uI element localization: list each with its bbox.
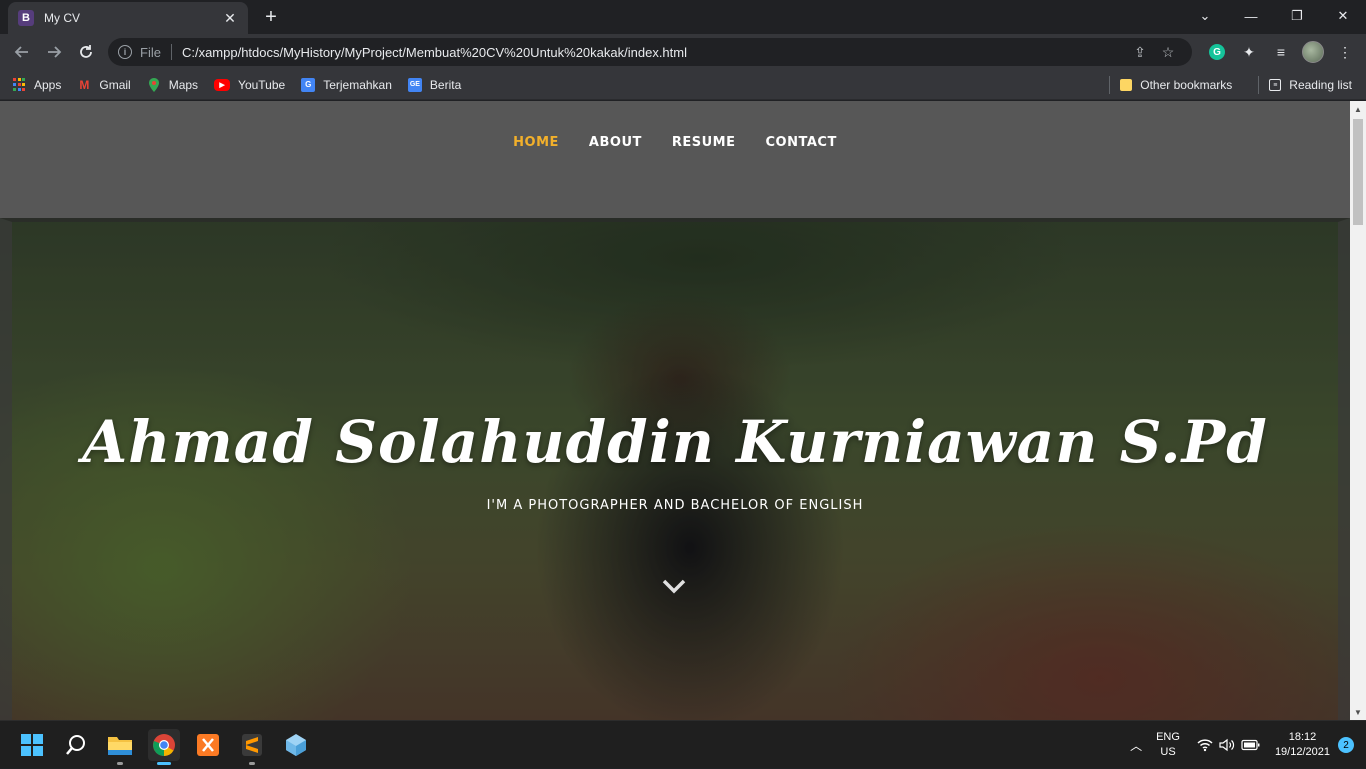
keyboard-layout: US [1160, 746, 1176, 758]
language-indicator[interactable]: ENG US [1156, 730, 1180, 760]
site-navbar: HOME ABOUT RESUME CONTACT [0, 101, 1350, 218]
search-icon[interactable] [60, 729, 92, 761]
hero-section: Ahmad Solahuddin Kurniawan S.Pd I'M A PH… [0, 218, 1350, 720]
chrome-icon[interactable] [148, 729, 180, 765]
bookmark-gmail[interactable]: M Gmail [77, 78, 130, 92]
browser-titlebar: B My CV ✕ + ⌄ — ❐ ✕ [0, 0, 1366, 34]
scroll-down-arrow-icon[interactable]: ▼ [1350, 704, 1366, 720]
nav-resume-link[interactable]: RESUME [672, 135, 736, 150]
new-tab-button[interactable]: + [260, 6, 282, 28]
menu-kebab-icon[interactable]: ⋮ [1332, 39, 1358, 65]
address-separator [170, 44, 172, 60]
bookmark-separator [1109, 76, 1111, 94]
extensions-area: G ✦ ≡ ⋮ [1204, 38, 1358, 66]
nav-contact-link[interactable]: CONTACT [766, 135, 837, 150]
file-explorer-icon[interactable] [104, 729, 136, 765]
gmail-icon: M [79, 77, 90, 92]
scroll-down-chevron-icon[interactable] [662, 578, 686, 594]
clock[interactable]: 18:12 19/12/2021 [1275, 730, 1330, 760]
extensions-puzzle-icon[interactable]: ✦ [1236, 39, 1262, 65]
bookmark-label: Terjemahkan [323, 77, 392, 92]
start-icon[interactable] [16, 729, 48, 761]
clock-date: 19/12/2021 [1274, 746, 1330, 758]
forward-arrow-icon [48, 46, 62, 58]
share-icon[interactable]: ⇪ [1126, 44, 1154, 61]
language-code: ENG [1156, 731, 1180, 743]
browser-toolbar: i File C:/xampp/htdocs/MyHistory/MyProje… [0, 34, 1366, 70]
maps-pin-icon [147, 77, 161, 92]
bookmark-maps[interactable]: Maps [147, 77, 199, 92]
bookmarks-bar: Apps M Gmail Maps ▶ YouTube G Terjemahka… [0, 70, 1366, 100]
bookmark-label: YouTube [238, 77, 286, 92]
xampp-icon[interactable] [192, 729, 224, 761]
running-indicator [117, 762, 123, 765]
sublime-text-icon[interactable] [236, 729, 268, 765]
youtube-icon: ▶ [214, 78, 231, 91]
other-bookmarks[interactable]: Other bookmarks [1120, 78, 1232, 92]
windows-taskbar: ︿ ENG US 18:12 19/12/2021 2 [0, 720, 1366, 768]
apps-grid-icon [12, 77, 26, 92]
folder-icon [1120, 79, 1133, 91]
forward-button[interactable] [38, 36, 70, 68]
back-arrow-icon [14, 46, 28, 58]
bookmark-label: Apps [34, 77, 62, 92]
tab-close-icon[interactable]: ✕ [222, 10, 238, 27]
translate-icon: G [301, 77, 316, 92]
media-queue-icon[interactable]: ≡ [1268, 39, 1294, 65]
bookmark-separator [1258, 76, 1260, 94]
close-window-button[interactable]: ✕ [1320, 0, 1366, 32]
bookmarks-right: Other bookmarks ≡ Reading list [1099, 70, 1352, 100]
grammarly-icon: G [1209, 44, 1225, 60]
nav-about-link[interactable]: ABOUT [589, 135, 642, 150]
wifi-icon[interactable] [1197, 738, 1213, 752]
bookmark-star-icon[interactable]: ☆ [1154, 44, 1182, 61]
grammarly-extension[interactable]: G [1204, 39, 1230, 65]
reading-list-icon: ≡ [1269, 79, 1282, 91]
scheme-label: File [140, 44, 161, 60]
other-bookmarks-label: Other bookmarks [1140, 78, 1233, 92]
scroll-up-arrow-icon[interactable]: ▲ [1350, 101, 1366, 117]
notification-badge[interactable]: 2 [1338, 737, 1354, 753]
restore-button[interactable]: ❐ [1274, 0, 1320, 32]
tab-title: My CV [44, 11, 80, 25]
browser-tab[interactable]: B My CV ✕ [8, 2, 248, 34]
bookmark-apps[interactable]: Apps [12, 78, 61, 92]
page-viewport: HOME ABOUT RESUME CONTACT Ahmad Solahudd… [0, 101, 1350, 720]
hero-tagline: I'M A PHOTOGRAPHER AND BACHELOR OF ENGLI… [486, 498, 864, 513]
system-tray: ︿ ENG US 18:12 19/12/2021 2 [1126, 721, 1366, 769]
hero-name: Ahmad Solahuddin Kurniawan S.Pd [82, 408, 1268, 476]
bootstrap-favicon-icon: B [18, 10, 34, 26]
bookmark-label: Maps [168, 77, 199, 92]
bookmark-berita[interactable]: GE Berita [407, 77, 462, 92]
bookmark-label: Berita [429, 77, 462, 92]
address-bar[interactable]: i File C:/xampp/htdocs/MyHistory/MyProje… [108, 38, 1192, 66]
bookmark-youtube[interactable]: ▶ YouTube [214, 78, 285, 92]
clock-time: 18:12 [1288, 731, 1317, 743]
nav-home-link[interactable]: HOME [513, 135, 559, 150]
reload-button[interactable] [70, 36, 102, 68]
active-indicator [157, 762, 171, 765]
site-info-icon[interactable]: i [118, 45, 132, 59]
show-hidden-icons-chevron-icon[interactable]: ︿ [1130, 737, 1142, 754]
tab-search-button[interactable]: ⌄ [1182, 0, 1228, 32]
news-icon: GE [407, 77, 422, 92]
scrollbar-thumb[interactable] [1353, 119, 1363, 225]
window-controls: ⌄ — ❐ ✕ [1182, 0, 1366, 32]
avatar [1302, 41, 1324, 63]
bookmark-terjemahkan[interactable]: G Terjemahkan [301, 77, 392, 92]
minimize-button[interactable]: — [1228, 0, 1274, 32]
battery-icon[interactable] [1241, 739, 1261, 751]
reading-list[interactable]: ≡ Reading list [1269, 78, 1352, 92]
page-scrollbar[interactable]: ▲ ▼ [1350, 101, 1366, 720]
running-indicator [249, 762, 255, 765]
3d-viewer-icon[interactable] [280, 729, 312, 761]
reading-list-label: Reading list [1289, 78, 1352, 92]
volume-icon[interactable] [1219, 738, 1235, 752]
url-text[interactable]: C:/xampp/htdocs/MyHistory/MyProject/Memb… [182, 45, 1126, 60]
profile-button[interactable] [1300, 39, 1326, 65]
back-button[interactable] [6, 36, 38, 68]
bookmark-label: Gmail [99, 77, 131, 92]
reload-icon [80, 45, 92, 58]
